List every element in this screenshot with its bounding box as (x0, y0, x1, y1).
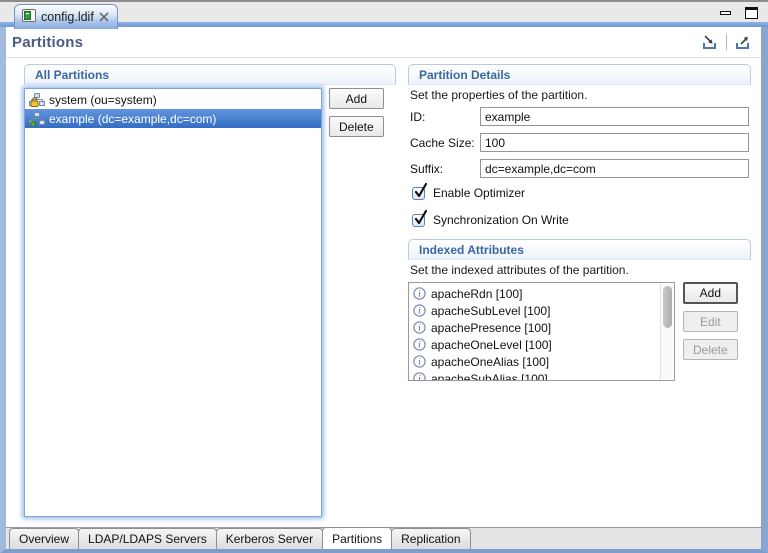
indexed-attribute-item[interactable]: i apacheSubAlias [100] (413, 370, 674, 381)
indexed-attribute-label: apacheSubAlias [100] (431, 372, 548, 382)
partition-icon (28, 112, 45, 126)
page-tab-partitions[interactable]: Partitions (322, 527, 392, 549)
indexed-attribute-item[interactable]: i apacheOneLevel [100] (413, 336, 674, 353)
indexed-attribute-item[interactable]: i apacheRdn [100] (413, 285, 674, 302)
minimize-icon[interactable] (720, 11, 731, 15)
suffix-label: Suffix: (410, 162, 480, 176)
window-controls (720, 7, 758, 19)
id-field-row: ID: (410, 107, 749, 126)
indexed-attribute-item[interactable]: i apacheOneAlias [100] (413, 353, 674, 370)
editor-tab-bar: config.ldif (0, 0, 768, 27)
editor-frame: Partitions All Partitions system (ou=sys… (0, 27, 768, 553)
page-tab-bar: OverviewLDAP/LDAPS ServersKerberos Serve… (6, 527, 761, 549)
info-icon: i (413, 355, 426, 368)
close-tab-icon[interactable] (99, 12, 109, 22)
partition-label: example (dc=example,dc=com) (49, 112, 216, 126)
toolbar-divider (726, 34, 727, 50)
checkbox-icon (412, 214, 425, 227)
indexed-attribute-label: apacheOneAlias [100] (431, 355, 549, 369)
add-index-button[interactable]: Add (683, 282, 738, 304)
partition-label: system (ou=system) (49, 93, 157, 107)
synchronization-on-write-checkbox[interactable]: Synchronization On Write (412, 212, 751, 228)
info-icon: i (413, 338, 426, 351)
all-partitions-section: All Partitions system (ou=system) example… (24, 64, 396, 517)
page-title: Partitions (12, 34, 83, 51)
all-partitions-title: All Partitions (35, 68, 109, 82)
indexed-attribute-item[interactable]: i apachePresence [100] (413, 319, 674, 336)
cache-size-label: Cache Size: (410, 136, 480, 150)
edit-index-button[interactable]: Edit (683, 311, 738, 332)
form-body: All Partitions system (ou=system) example… (6, 58, 761, 517)
info-icon: i (413, 321, 426, 334)
cache-size-input[interactable] (480, 133, 749, 152)
page-tab-kerberos-server[interactable]: Kerberos Server (216, 528, 323, 549)
info-icon: i (413, 304, 426, 317)
indexed-attributes-header: Indexed Attributes (408, 239, 751, 260)
partition-list-item[interactable]: example (dc=example,dc=com) (25, 109, 321, 128)
form-header: Partitions (6, 27, 761, 58)
add-partition-button[interactable]: Add (329, 88, 384, 109)
indexed-attribute-item[interactable]: i apacheSubLevel [100] (413, 302, 674, 319)
delete-index-button[interactable]: Delete (683, 339, 738, 360)
indexed-attributes-title: Indexed Attributes (419, 243, 524, 257)
indexed-attribute-label: apachePresence [100] (431, 321, 551, 335)
system-partition-icon (28, 93, 45, 107)
partition-list-item[interactable]: system (ou=system) (25, 90, 321, 109)
synchronization-on-write-label: Synchronization On Write (433, 213, 569, 227)
indexed-attribute-label: apacheRdn [100] (431, 287, 522, 301)
partition-details-title: Partition Details (419, 68, 510, 82)
maximize-icon[interactable] (745, 7, 758, 19)
suffix-input[interactable] (480, 159, 749, 178)
cache-size-field-row: Cache Size: (410, 133, 749, 152)
partition-details-description: Set the properties of the partition. (410, 88, 751, 102)
enable-optimizer-label: Enable Optimizer (433, 186, 525, 200)
info-icon: i (413, 287, 426, 300)
info-icon: i (413, 372, 426, 381)
partitions-list[interactable]: system (ou=system) example (dc=example,dc… (24, 88, 322, 517)
ldif-file-icon (22, 9, 36, 25)
maximize-view-icon[interactable] (733, 33, 753, 52)
indexed-attributes-list[interactable]: iapacheRdn [100]iapacheSubLevel [100]iap… (408, 282, 675, 381)
enable-optimizer-checkbox[interactable]: Enable Optimizer (412, 185, 751, 201)
checkmark-icon (414, 210, 428, 229)
suffix-field-row: Suffix: (410, 159, 749, 178)
indexed-attribute-label: apacheOneLevel [100] (431, 338, 552, 352)
page-tab-replication[interactable]: Replication (391, 528, 470, 549)
delete-partition-button[interactable]: Delete (329, 116, 384, 137)
scrollbar[interactable] (660, 284, 673, 379)
all-partitions-header: All Partitions (24, 64, 396, 85)
page-tab-overview[interactable]: Overview (9, 528, 79, 549)
partition-details-header: Partition Details (408, 64, 751, 85)
indexed-attribute-label: apacheSubLevel [100] (431, 304, 550, 318)
id-label: ID: (410, 110, 480, 124)
checkbox-icon (412, 187, 425, 200)
partitions-page: Partitions All Partitions system (ou=sys… (6, 27, 761, 527)
editor-tab-label: config.ldif (41, 10, 94, 24)
indexed-attributes-description: Set the indexed attributes of the partit… (410, 263, 751, 277)
minimize-view-icon[interactable] (700, 33, 720, 52)
editor-tab-config-ldif[interactable]: config.ldif (14, 4, 118, 29)
partition-details-section: Partition Details Set the properties of … (408, 64, 751, 517)
checkmark-icon (414, 183, 428, 202)
id-input[interactable] (480, 107, 749, 126)
scrollbar-thumb[interactable] (663, 286, 672, 328)
page-tab-ldap-ldaps-servers[interactable]: LDAP/LDAPS Servers (78, 528, 217, 549)
